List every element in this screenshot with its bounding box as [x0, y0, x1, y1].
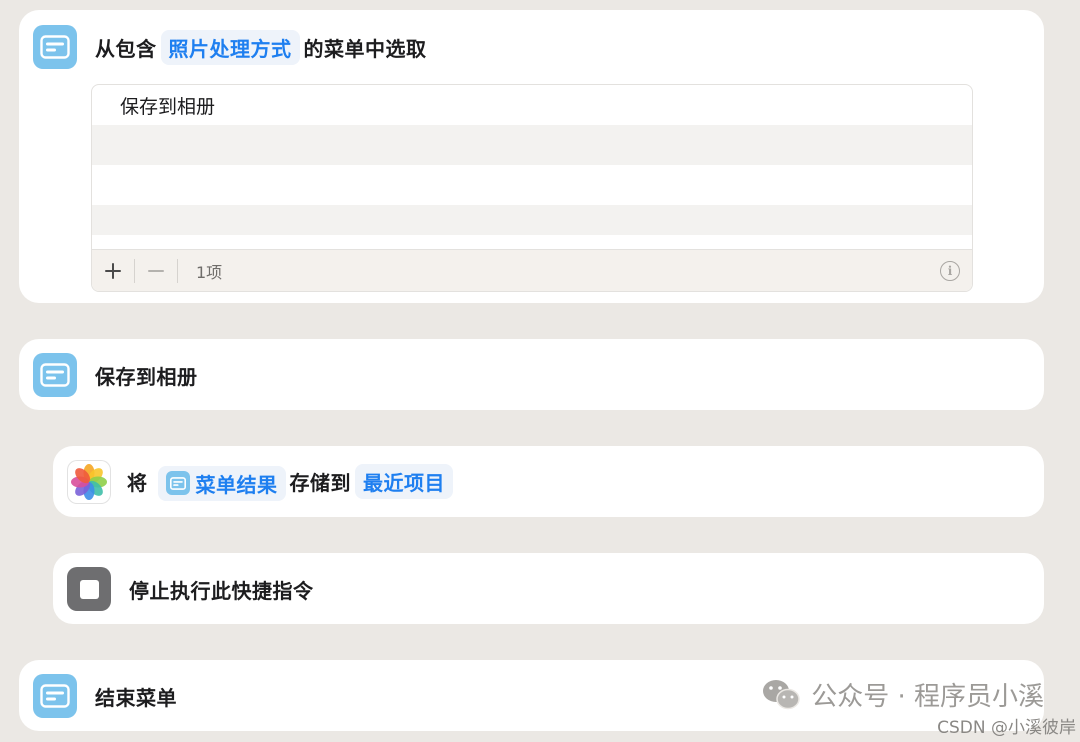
save-to-album-action[interactable]: 将 菜单结果 存储到 最近项目	[53, 446, 1044, 517]
choose-from-menu-action[interactable]: 从包含 照片处理方式 的菜单中选取 保存到相册 1项 i	[19, 10, 1044, 303]
minus-icon[interactable]	[135, 250, 177, 292]
menu-result-label: 菜单结果	[195, 472, 278, 497]
album-destination-variable[interactable]: 最近项目	[355, 463, 453, 499]
menu-case-title: 保存到相册	[95, 364, 198, 389]
menu-action-title: 从包含 照片处理方式 的菜单中选取	[95, 29, 427, 65]
stop-square-glyph	[79, 579, 99, 599]
list-toolbar: 1项 i	[92, 249, 972, 291]
stop-icon	[67, 567, 111, 611]
menu-prompt-variable[interactable]: 照片处理方式	[160, 29, 300, 65]
watermark-text: 公众号 · 程序员小溪	[811, 682, 1044, 712]
wechat-logo-icon	[763, 679, 800, 709]
toolbar-divider	[177, 258, 178, 283]
menu-result-variable[interactable]: 菜单结果	[157, 465, 286, 501]
menu-item-empty	[92, 125, 972, 165]
menu-item-label[interactable]: 保存到相册	[120, 92, 215, 119]
shortcut-editor: 从包含 照片处理方式 的菜单中选取 保存到相册 1项 i 保存到相册 将 菜单结…	[0, 0, 1080, 742]
stop-shortcut-action[interactable]: 停止执行此快捷指令	[53, 553, 1044, 624]
menu-item[interactable]: 保存到相册	[92, 85, 972, 125]
photos-app-icon	[67, 460, 111, 504]
menu-list-icon	[33, 25, 77, 69]
save-middle-text: 存储到	[289, 470, 351, 495]
save-verb-text: 将	[127, 470, 148, 495]
info-icon[interactable]: i	[940, 261, 960, 281]
menu-case-header[interactable]: 保存到相册	[19, 339, 1044, 410]
item-count: 1项	[196, 262, 223, 282]
plus-icon[interactable]	[92, 250, 134, 292]
end-menu-title: 结束菜单	[95, 685, 177, 710]
stop-action-title: 停止执行此快捷指令	[129, 578, 314, 603]
menu-item-empty	[92, 205, 972, 235]
wechat-watermark: 公众号 · 程序员小溪	[761, 676, 1044, 713]
save-action-title: 将 菜单结果 存储到 最近项目	[127, 463, 457, 501]
menu-prefix-text: 从包含	[95, 36, 157, 61]
menu-list-icon	[33, 674, 77, 718]
menu-item-empty	[92, 165, 972, 205]
menu-list-icon	[165, 471, 190, 495]
csdn-watermark: CSDN @小溪彼岸	[937, 718, 1076, 738]
menu-items-list: 保存到相册 1项 i	[91, 84, 973, 292]
menu-list-icon	[33, 353, 77, 397]
menu-suffix-text: 的菜单中选取	[303, 36, 427, 61]
